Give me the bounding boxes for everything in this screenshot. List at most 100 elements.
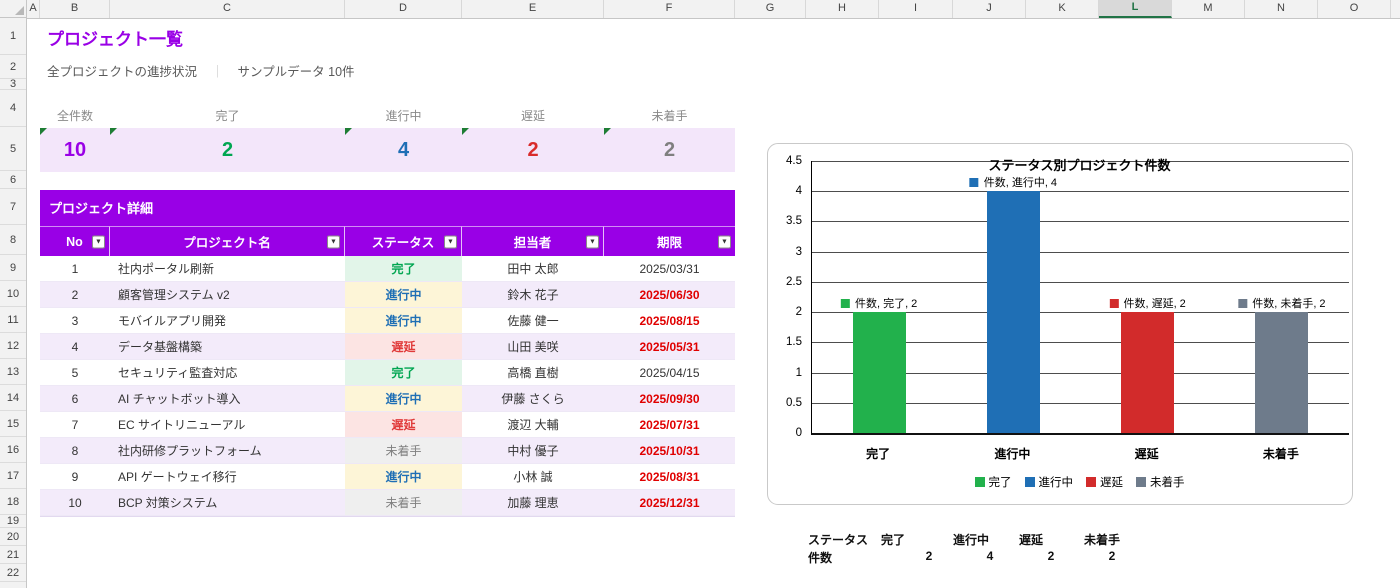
column-header-G[interactable]: G bbox=[735, 0, 806, 18]
chart-bar-完了[interactable] bbox=[852, 312, 906, 433]
cell-status[interactable]: 未着手 bbox=[345, 438, 462, 464]
summary-count-cell[interactable]: 2 bbox=[1048, 549, 1055, 563]
cell-owner[interactable]: 小林 誠 bbox=[462, 464, 604, 490]
cell-owner[interactable]: 高橋 直樹 bbox=[462, 360, 604, 386]
row-header-8[interactable]: 8 bbox=[0, 225, 26, 255]
row-header-5[interactable]: 5 bbox=[0, 127, 26, 171]
cell-status[interactable]: 進行中 bbox=[345, 464, 462, 490]
summary-status-cell[interactable]: 進行中 bbox=[953, 531, 989, 548]
cell-status[interactable]: 進行中 bbox=[345, 282, 462, 308]
row-header-12[interactable]: 12 bbox=[0, 333, 26, 359]
kpi-cell-2[interactable]: 2 bbox=[110, 128, 345, 172]
row-header-4[interactable]: 4 bbox=[0, 90, 26, 127]
summary-count-cell[interactable]: 2 bbox=[1109, 549, 1116, 563]
cell-owner[interactable]: 山田 美咲 bbox=[462, 334, 604, 360]
table-row[interactable]: 8 社内研修プラットフォーム 未着手 中村 優子 2025/10/31 bbox=[40, 438, 735, 464]
cell-no[interactable]: 9 bbox=[40, 464, 110, 490]
cell-no[interactable]: 2 bbox=[40, 282, 110, 308]
row-header-18[interactable]: 18 bbox=[0, 489, 26, 515]
row-header-16[interactable]: 16 bbox=[0, 437, 26, 463]
column-header-K[interactable]: K bbox=[1026, 0, 1099, 18]
table-row[interactable]: 10 BCP 対策システム 未着手 加藤 理恵 2025/12/31 bbox=[40, 490, 735, 516]
cell-project-name[interactable]: 社内研修プラットフォーム bbox=[110, 438, 345, 464]
select-all-corner[interactable] bbox=[0, 0, 27, 18]
cell-status[interactable]: 完了 bbox=[345, 360, 462, 386]
cell-owner[interactable]: 鈴木 花子 bbox=[462, 282, 604, 308]
table-row[interactable]: 9 API ゲートウェイ移行 進行中 小林 誠 2025/08/31 bbox=[40, 464, 735, 490]
column-header-F[interactable]: F bbox=[604, 0, 735, 18]
row-header-14[interactable]: 14 bbox=[0, 385, 26, 411]
column-header-B[interactable]: B bbox=[40, 0, 110, 18]
kpi-cell-1[interactable]: 10 bbox=[40, 128, 110, 172]
row-header-13[interactable]: 13 bbox=[0, 359, 26, 385]
table-row[interactable]: 5 セキュリティ監査対応 完了 高橋 直樹 2025/04/15 bbox=[40, 360, 735, 386]
column-header-I[interactable]: I bbox=[879, 0, 953, 18]
cell-project-name[interactable]: データ基盤構築 bbox=[110, 334, 345, 360]
row-header-21[interactable]: 21 bbox=[0, 546, 26, 564]
cell-status[interactable]: 完了 bbox=[345, 256, 462, 282]
cell-project-name[interactable]: セキュリティ監査対応 bbox=[110, 360, 345, 386]
summary-status-cell[interactable]: 未着手 bbox=[1084, 531, 1120, 548]
chart-bar-遅延[interactable] bbox=[1121, 312, 1175, 433]
cell-project-name[interactable]: モバイルアプリ開発 bbox=[110, 308, 345, 334]
column-header-H[interactable]: H bbox=[806, 0, 879, 18]
cell-project-name[interactable]: EC サイトリニューアル bbox=[110, 412, 345, 438]
chart-bar-進行中[interactable] bbox=[986, 191, 1040, 433]
summary-status-cell[interactable]: ステータス bbox=[808, 531, 868, 548]
column-header-L[interactable]: L bbox=[1099, 0, 1172, 18]
cell-status[interactable]: 未着手 bbox=[345, 490, 462, 516]
row-header-17[interactable]: 17 bbox=[0, 463, 26, 489]
cell-project-name[interactable]: API ゲートウェイ移行 bbox=[110, 464, 345, 490]
table-column-header-3[interactable]: ステータス ▼ bbox=[345, 226, 462, 256]
cell-no[interactable]: 8 bbox=[40, 438, 110, 464]
table-row[interactable]: 7 EC サイトリニューアル 遅延 渡辺 大輔 2025/07/31 bbox=[40, 412, 735, 438]
cell-project-name[interactable]: AI チャットボット導入 bbox=[110, 386, 345, 412]
cell-deadline[interactable]: 2025/03/31 bbox=[604, 256, 735, 282]
cell-owner[interactable]: 渡辺 大輔 bbox=[462, 412, 604, 438]
column-header-J[interactable]: J bbox=[953, 0, 1026, 18]
cell-owner[interactable]: 加藤 理恵 bbox=[462, 490, 604, 516]
table-row[interactable]: 6 AI チャットボット導入 進行中 伊藤 さくら 2025/09/30 bbox=[40, 386, 735, 412]
table-row[interactable]: 2 顧客管理システム v2 進行中 鈴木 花子 2025/06/30 bbox=[40, 282, 735, 308]
cell-project-name[interactable]: BCP 対策システム bbox=[110, 490, 345, 516]
column-header-O[interactable]: O bbox=[1318, 0, 1391, 18]
cell-status[interactable]: 遅延 bbox=[345, 412, 462, 438]
column-header-N[interactable]: N bbox=[1245, 0, 1318, 18]
cell-deadline[interactable]: 2025/10/31 bbox=[604, 438, 735, 464]
cell-deadline[interactable]: 2025/08/15 bbox=[604, 308, 735, 334]
cell-status[interactable]: 進行中 bbox=[345, 386, 462, 412]
table-row[interactable]: 1 社内ポータル刷新 完了 田中 太郎 2025/03/31 bbox=[40, 256, 735, 282]
summary-count-cell[interactable]: 件数 bbox=[808, 549, 832, 566]
cell-deadline[interactable]: 2025/08/31 bbox=[604, 464, 735, 490]
column-header-E[interactable]: E bbox=[462, 0, 604, 18]
cell-no[interactable]: 1 bbox=[40, 256, 110, 282]
row-header-10[interactable]: 10 bbox=[0, 281, 26, 307]
table-row[interactable]: 3 モバイルアプリ開発 進行中 佐藤 健一 2025/08/15 bbox=[40, 308, 735, 334]
table-column-header-5[interactable]: 期限 ▼ bbox=[604, 226, 735, 256]
filter-dropdown-icon[interactable]: ▼ bbox=[327, 235, 340, 248]
column-header-C[interactable]: C bbox=[110, 0, 345, 18]
kpi-cell-4[interactable]: 2 bbox=[462, 128, 604, 172]
cell-no[interactable]: 5 bbox=[40, 360, 110, 386]
cell-deadline[interactable]: 2025/04/15 bbox=[604, 360, 735, 386]
kpi-cell-5[interactable]: 2 bbox=[604, 128, 735, 172]
cell-no[interactable]: 7 bbox=[40, 412, 110, 438]
column-header-M[interactable]: M bbox=[1172, 0, 1245, 18]
cell-no[interactable]: 10 bbox=[40, 490, 110, 516]
cell-owner[interactable]: 中村 優子 bbox=[462, 438, 604, 464]
table-column-header-4[interactable]: 担当者 ▼ bbox=[462, 226, 604, 256]
row-header-6[interactable]: 6 bbox=[0, 171, 26, 189]
row-header-19[interactable]: 19 bbox=[0, 515, 26, 528]
filter-dropdown-icon[interactable]: ▼ bbox=[92, 235, 105, 248]
table-column-header-1[interactable]: No ▼ bbox=[40, 226, 110, 256]
filter-dropdown-icon[interactable]: ▼ bbox=[444, 235, 457, 248]
table-column-header-2[interactable]: プロジェクト名 ▼ bbox=[110, 226, 345, 256]
cell-no[interactable]: 6 bbox=[40, 386, 110, 412]
row-header-2[interactable]: 2 bbox=[0, 55, 26, 79]
cell-project-name[interactable]: 顧客管理システム v2 bbox=[110, 282, 345, 308]
row-header-11[interactable]: 11 bbox=[0, 307, 26, 333]
column-header-D[interactable]: D bbox=[345, 0, 462, 18]
filter-dropdown-icon[interactable]: ▼ bbox=[586, 235, 599, 248]
row-header-3[interactable]: 3 bbox=[0, 78, 26, 90]
chart-bar-未着手[interactable] bbox=[1255, 312, 1309, 433]
